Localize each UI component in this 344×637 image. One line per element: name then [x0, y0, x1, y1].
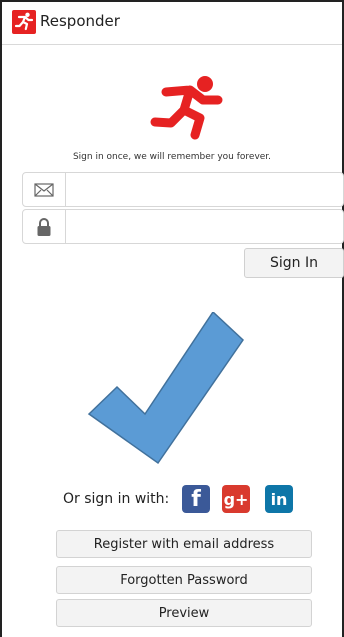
app-window: Responder Sign in once, we will remember…	[0, 0, 344, 637]
google-plus-icon[interactable]: g+	[222, 485, 250, 513]
password-field	[22, 209, 344, 244]
facebook-icon[interactable]: f	[182, 485, 210, 513]
email-icon-cell	[23, 173, 66, 206]
lock-icon	[37, 217, 51, 236]
preview-button[interactable]: Preview	[56, 599, 312, 627]
sign-in-button[interactable]: Sign In	[244, 248, 344, 278]
social-signin-row: Or sign in with: f g+ in	[2, 485, 342, 515]
runner-logo-icon	[138, 72, 228, 142]
title-bar: Responder	[2, 2, 342, 45]
register-email-button[interactable]: Register with email address	[56, 530, 312, 558]
forgot-password-button[interactable]: Forgotten Password	[56, 566, 312, 594]
signin-tagline: Sign in once, we will remember you forev…	[72, 152, 272, 162]
password-icon-cell	[23, 210, 66, 243]
email-field	[22, 172, 344, 207]
linkedin-icon[interactable]: in	[265, 485, 293, 513]
password-input[interactable]	[66, 210, 344, 243]
app-title: Responder	[40, 12, 120, 30]
envelope-icon	[34, 182, 54, 197]
social-signin-label: Or sign in with:	[63, 491, 170, 507]
app-logo-icon	[12, 10, 36, 34]
email-input[interactable]	[66, 173, 344, 206]
checkmark-icon	[87, 310, 257, 482]
